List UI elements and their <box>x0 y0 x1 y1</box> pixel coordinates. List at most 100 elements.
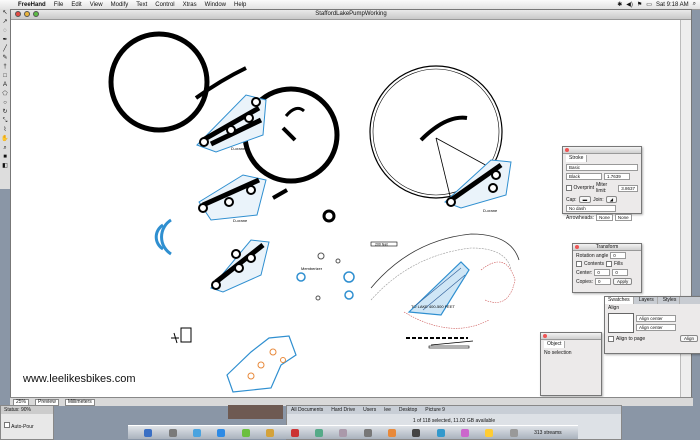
transform-panel-header[interactable]: Transform <box>573 244 641 251</box>
itunes-dock-icon[interactable] <box>339 428 348 437</box>
apply-button[interactable]: Apply <box>612 278 633 285</box>
dashboard-dock-icon[interactable] <box>168 428 177 437</box>
align-preview-icon[interactable] <box>608 313 634 333</box>
spotlight-icon[interactable]: ⌕ <box>693 1 696 8</box>
menu-edit[interactable]: Edit <box>67 2 85 8</box>
dash-select[interactable]: No dash <box>566 205 616 212</box>
iphoto-dock-icon[interactable] <box>314 428 323 437</box>
tab-object[interactable]: Object <box>544 341 566 348</box>
ellipse-tool-icon[interactable]: ○ <box>1 99 10 108</box>
align-to-page-checkbox[interactable] <box>608 335 614 342</box>
pencil-tool-icon[interactable]: ✎ <box>1 54 10 63</box>
symbol-cluster[interactable]: Memberizer <box>296 252 355 301</box>
menu-control[interactable]: Control <box>151 2 178 8</box>
arrowhead-left-select[interactable]: None <box>596 214 613 221</box>
eyedropper-tool-icon[interactable]: ⌇ <box>1 126 10 135</box>
app-dock-icon-3[interactable] <box>485 428 494 437</box>
ical-dock-icon[interactable] <box>290 428 299 437</box>
linkage-shape-4[interactable]: D-crane <box>444 159 512 213</box>
small-device-symbol[interactable] <box>171 327 192 344</box>
subselect-tool-icon[interactable]: ↗ <box>1 18 10 27</box>
finder-all-documents[interactable]: All Documents <box>291 407 323 413</box>
app-dock-icon-2[interactable] <box>461 428 470 437</box>
stroke-width-field[interactable]: 1.7639 <box>604 173 630 180</box>
finder-desktop[interactable]: Desktop <box>399 407 417 413</box>
stroke-panel-header[interactable] <box>563 147 641 154</box>
copies-field[interactable]: 0 <box>594 278 611 285</box>
menu-clock[interactable]: Sat 9:18 AM <box>656 2 689 8</box>
tab-layers[interactable]: Layers <box>636 297 658 304</box>
window-titlebar[interactable]: StaffordLakePumpWorking <box>11 10 691 20</box>
align-apply-button[interactable]: Align <box>679 335 698 342</box>
finder-users[interactable]: Users <box>363 407 376 413</box>
close-icon[interactable] <box>543 334 547 338</box>
rotate-tool-icon[interactable]: ↻ <box>1 108 10 117</box>
tab-swatches[interactable]: Swatches <box>605 297 634 304</box>
align-horizontal-select[interactable]: Align center <box>636 315 676 322</box>
stroke-color-select[interactable]: Black <box>566 173 602 180</box>
text-tool-icon[interactable]: A <box>1 81 10 90</box>
menu-freehand[interactable]: FreeHand <box>14 2 50 8</box>
battery-icon[interactable]: ▭ <box>646 1 652 8</box>
stroke-color-icon[interactable]: ◧ <box>1 162 10 171</box>
menu-modify[interactable]: Modify <box>107 2 133 8</box>
polygon-tool-icon[interactable]: ⬠ <box>1 90 10 99</box>
pump-track-shape[interactable] <box>226 335 297 393</box>
rotation-field[interactable]: 0 <box>610 252 627 259</box>
finder-lee[interactable]: lee <box>384 407 391 413</box>
freehand-dock-icon[interactable] <box>387 428 396 437</box>
menu-text[interactable]: Text <box>132 2 151 8</box>
safari-dock-icon[interactable] <box>217 428 226 437</box>
lasso-tool-icon[interactable]: ◌ <box>1 27 10 36</box>
menu-xtras[interactable]: Xtras <box>179 2 201 8</box>
tab-styles[interactable]: Styles <box>660 297 681 304</box>
terminal-dock-icon[interactable] <box>412 428 421 437</box>
miter-field[interactable]: 3.8637 <box>618 184 638 192</box>
close-icon[interactable] <box>575 245 579 249</box>
linkage-shape-3[interactable] <box>210 239 270 293</box>
rectangle-tool-icon[interactable]: □ <box>1 72 10 81</box>
finder-picture[interactable]: Picture 9 <box>425 407 445 413</box>
center-x-field[interactable]: 0 <box>594 269 611 276</box>
knife-tool-icon[interactable]: † <box>1 63 10 72</box>
linkage-shape-2[interactable]: D-crane <box>198 174 267 223</box>
menu-view[interactable]: View <box>86 2 107 8</box>
site-plan-map[interactable]: TO LAKE 400-500 FEET <box>370 233 520 349</box>
menu-help[interactable]: Help <box>230 2 250 8</box>
pointer-tool-icon[interactable]: ↖ <box>1 9 10 18</box>
mail-dock-icon[interactable] <box>193 428 202 437</box>
app-dock-icon[interactable] <box>436 428 445 437</box>
trash-dock-icon[interactable] <box>509 428 518 437</box>
finder-hard-drive[interactable]: Hard Drive <box>331 407 355 413</box>
stroke-type-select[interactable]: Basic <box>566 164 638 171</box>
overprint-checkbox[interactable] <box>566 185 572 191</box>
flag-icon[interactable]: ⚑ <box>637 1 642 8</box>
units-select[interactable]: Millimeters <box>64 398 95 406</box>
pen-tool-icon[interactable]: ✒ <box>1 36 10 45</box>
center-y-field[interactable]: 0 <box>612 269 629 276</box>
zoom-tool-icon[interactable]: ⌕ <box>1 144 10 153</box>
fill-color-icon[interactable]: ■ <box>1 153 10 162</box>
hand-tool-icon[interactable]: ✋ <box>1 135 10 144</box>
align-vertical-select[interactable]: Align center <box>636 324 676 331</box>
addressbook-dock-icon[interactable] <box>266 428 275 437</box>
object-panel-header[interactable] <box>541 333 601 340</box>
cap-button-icon[interactable]: ▬ <box>578 196 592 203</box>
menu-file[interactable]: File <box>50 2 68 8</box>
scale-tool-icon[interactable]: ⤡ <box>1 117 10 126</box>
contents-checkbox[interactable] <box>576 261 582 267</box>
small-ring[interactable] <box>322 209 336 223</box>
finder-dock-icon[interactable] <box>144 428 153 437</box>
blue-arc-group[interactable] <box>154 218 172 256</box>
arrowhead-right-select[interactable]: None <box>614 214 632 221</box>
close-icon[interactable] <box>565 148 569 152</box>
bluetooth-icon[interactable]: ✱ <box>617 1 622 8</box>
volume-icon[interactable]: ◀) <box>626 1 633 8</box>
linkage-shape-1[interactable]: D-crane <box>196 94 267 153</box>
menu-window[interactable]: Window <box>201 2 230 8</box>
fills-checkbox[interactable] <box>606 261 613 267</box>
join-button-icon[interactable]: ◢ <box>605 196 618 203</box>
tab-stroke[interactable]: Stroke <box>566 155 588 162</box>
preferences-dock-icon[interactable] <box>363 428 372 437</box>
auto-pour-checkbox[interactable] <box>4 422 10 428</box>
